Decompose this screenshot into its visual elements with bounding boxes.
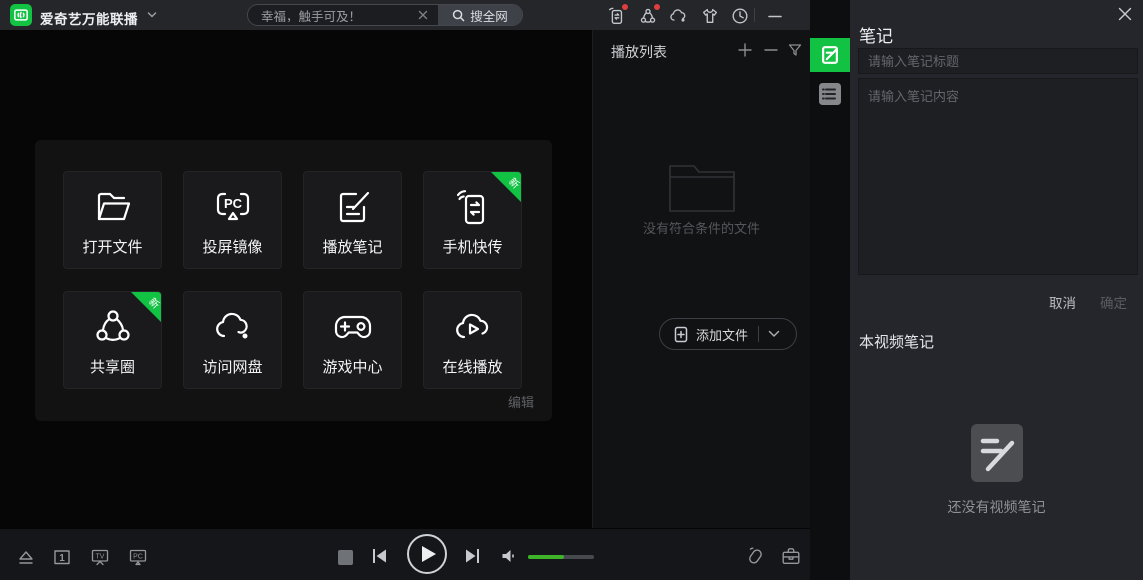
playlist-remove-icon[interactable] (763, 42, 781, 60)
tile-label: 共享圈 (64, 356, 161, 377)
note-pencil-icon (819, 44, 841, 66)
tile-label: 游戏中心 (304, 356, 401, 377)
svg-text:TV: TV (96, 554, 105, 561)
cloud-drive-icon (211, 305, 255, 349)
tile-cloud-drive[interactable]: 访问网盘 (183, 291, 282, 389)
video-display-area: 打开文件 PC 投屏镜像 播放笔记 新 (0, 30, 592, 528)
toolbox-icon[interactable] (780, 545, 802, 567)
pc-cast-icon[interactable]: PC (128, 547, 148, 567)
svg-text:PC: PC (223, 196, 242, 211)
notes-actions: 取消 确定 (1049, 292, 1127, 312)
share-circle-topbar-icon[interactable] (638, 6, 658, 26)
file-plus-icon (673, 326, 689, 343)
video-notes-section-title: 本视频笔记 (859, 331, 934, 352)
app-title: 爱奇艺万能联播 (40, 8, 138, 28)
new-badge: 新 (131, 292, 161, 322)
tile-label: 播放笔记 (304, 236, 401, 257)
tile-label: 打开文件 (64, 236, 161, 257)
note-edit-icon (331, 185, 375, 229)
minimize-button[interactable] (764, 6, 786, 26)
cloud-play-icon (451, 305, 495, 349)
cloud-topbar-icon[interactable] (668, 6, 688, 26)
history-clock-icon[interactable] (730, 6, 750, 26)
folder-open-icon (91, 185, 135, 229)
volume-slider[interactable] (528, 555, 594, 559)
search-bar: 搜全网 (247, 4, 523, 26)
playlist-filter-icon[interactable] (787, 42, 805, 60)
app-window: 爱奇艺万能联播 搜全网 (0, 0, 1143, 580)
next-button[interactable] (462, 545, 484, 567)
pc-mirror-icon: PC (211, 185, 255, 229)
tile-label: 投屏镜像 (184, 236, 281, 257)
notes-panel: 笔记 取消 确定 本视频笔记 还没有视频笔记 (850, 0, 1143, 580)
search-whole-web-button[interactable]: 搜全网 (438, 5, 522, 25)
app-menu-chevron-icon[interactable] (147, 11, 157, 19)
eject-disc-icon[interactable] (16, 547, 36, 567)
edit-shortcuts-button[interactable]: 编辑 (508, 392, 534, 411)
empty-notes-icon (971, 424, 1023, 482)
player-control-bar: 1 TV PC (0, 528, 810, 580)
tile-phone-transfer[interactable]: 新 手机快传 (423, 171, 522, 269)
tile-share-circle[interactable]: 新 共享圈 (63, 291, 162, 389)
remote-control-phone-icon[interactable] (744, 545, 766, 567)
tile-screen-mirror[interactable]: PC 投屏镜像 (183, 171, 282, 269)
stop-button[interactable] (338, 550, 353, 565)
tab-note-list[interactable] (818, 82, 842, 106)
volume-speaker-icon[interactable] (500, 547, 520, 567)
topbar-divider (754, 8, 755, 22)
playlist-title: 播放列表 (611, 42, 667, 62)
tile-label: 手机快传 (424, 236, 521, 257)
new-badge: 新 (491, 172, 521, 202)
title-bar: 爱奇艺万能联播 搜全网 (0, 0, 810, 30)
svg-text:1: 1 (59, 553, 65, 564)
app-logo-icon (10, 4, 32, 26)
playlist-add-icon[interactable] (737, 42, 755, 60)
play-button[interactable] (407, 534, 447, 574)
cancel-button[interactable]: 取消 (1049, 292, 1076, 312)
button-divider (758, 326, 759, 342)
search-button-label: 搜全网 (470, 6, 508, 25)
search-field-wrap (248, 5, 438, 25)
volume-fill (528, 555, 564, 559)
notes-close-icon[interactable] (1115, 4, 1135, 24)
tile-play-notes[interactable]: 播放笔记 (303, 171, 402, 269)
tile-label: 在线播放 (424, 356, 521, 377)
tv-cast-icon[interactable]: TV (90, 547, 110, 567)
notes-panel-title: 笔记 (859, 22, 893, 47)
shortcut-card: 打开文件 PC 投屏镜像 播放笔记 新 (35, 140, 552, 421)
tile-online-play[interactable]: 在线播放 (423, 291, 522, 389)
disc-one-icon[interactable]: 1 (52, 547, 72, 567)
add-file-label: 添加文件 (696, 325, 748, 344)
share-circle-icon (91, 305, 135, 349)
phone-quick-transfer-icon[interactable] (606, 6, 626, 26)
phone-transfer-icon (451, 185, 495, 229)
search-icon (452, 9, 465, 22)
playlist-empty-text: 没有符合条件的文件 (593, 218, 810, 237)
tile-game-center[interactable]: 游戏中心 (303, 291, 402, 389)
add-file-chevron-icon[interactable] (768, 330, 780, 338)
svg-text:PC: PC (133, 554, 143, 561)
confirm-button[interactable]: 确定 (1100, 292, 1127, 312)
notification-dot (654, 4, 660, 10)
playlist-panel: 播放列表 没有符合条件的文件 添加文件 (592, 30, 810, 528)
gamepad-icon (331, 305, 375, 349)
empty-folder-icon (667, 162, 737, 214)
side-tab-strip (810, 0, 850, 580)
tile-label: 访问网盘 (184, 356, 281, 377)
previous-button[interactable] (368, 545, 390, 567)
search-input[interactable] (248, 8, 415, 22)
note-title-input[interactable] (858, 48, 1138, 74)
notification-dot (622, 4, 628, 10)
tab-notes-active[interactable] (810, 38, 850, 72)
skin-tshirt-icon[interactable] (700, 6, 720, 26)
tile-open-file[interactable]: 打开文件 (63, 171, 162, 269)
list-icon (818, 82, 842, 106)
note-content-input[interactable] (858, 78, 1138, 275)
notes-empty-text: 还没有视频笔记 (850, 497, 1143, 517)
add-file-button[interactable]: 添加文件 (659, 318, 797, 350)
search-clear-icon[interactable] (415, 7, 431, 23)
